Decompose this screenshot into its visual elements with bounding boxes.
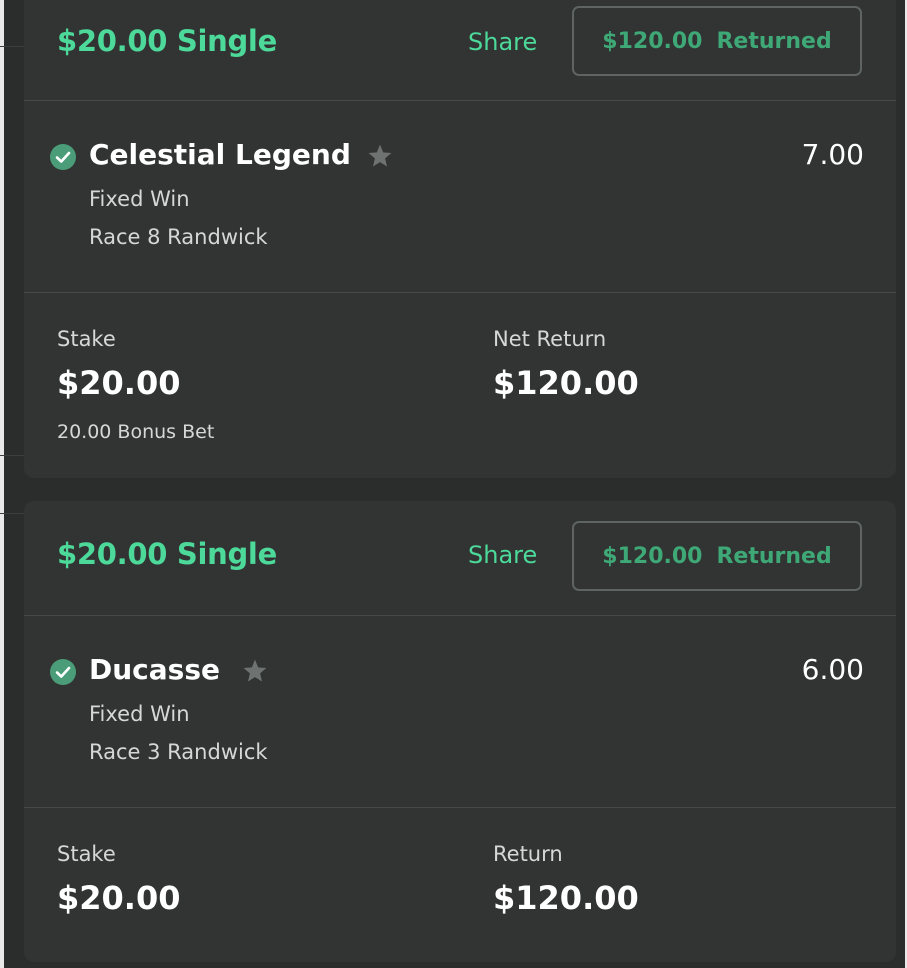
- bet-title: $20.00 Single: [57, 24, 277, 58]
- returned-amount: $120.00: [602, 28, 703, 54]
- divider: [24, 615, 896, 616]
- race-info: Race 8 Randwick: [89, 225, 268, 249]
- divider: [24, 292, 896, 293]
- bet-card: $20.00 Single Share $120.00 Returned Cel…: [24, 0, 896, 478]
- star-icon[interactable]: [242, 658, 268, 684]
- bet-type: Fixed Win: [89, 187, 190, 211]
- bonus-bet-note: 20.00 Bonus Bet: [57, 421, 215, 443]
- return-label: Return: [493, 842, 563, 866]
- divider: [24, 807, 896, 808]
- return-value: $120.00: [493, 879, 639, 917]
- return-value: $120.00: [493, 364, 639, 402]
- check-circle-icon: [50, 659, 76, 685]
- check-circle-icon: [50, 144, 76, 170]
- page-gap-line: [0, 513, 24, 514]
- returned-label: Returned: [716, 543, 832, 569]
- share-button[interactable]: Share: [468, 541, 537, 569]
- odds: 7.00: [801, 138, 864, 171]
- page-gap-line: [0, 455, 24, 456]
- returned-label: Returned: [716, 28, 832, 54]
- page-edge-left: [0, 0, 4, 968]
- runner-name[interactable]: Ducasse: [89, 653, 220, 686]
- bet-card: $20.00 Single Share $120.00 Returned Duc…: [24, 501, 896, 962]
- stake-label: Stake: [57, 327, 116, 351]
- return-label: Net Return: [493, 327, 607, 351]
- bet-title: $20.00 Single: [57, 537, 277, 571]
- divider: [24, 100, 896, 101]
- race-info: Race 3 Randwick: [89, 740, 268, 764]
- share-button[interactable]: Share: [468, 28, 537, 56]
- bet-type: Fixed Win: [89, 702, 190, 726]
- runner-name[interactable]: Celestial Legend: [89, 138, 351, 171]
- returned-button[interactable]: $120.00 Returned: [572, 521, 862, 591]
- returned-button[interactable]: $120.00 Returned: [572, 6, 862, 76]
- stake-value: $20.00: [57, 364, 181, 402]
- odds: 6.00: [801, 653, 864, 686]
- stake-value: $20.00: [57, 879, 181, 917]
- returned-amount: $120.00: [602, 543, 703, 569]
- star-icon[interactable]: [367, 143, 393, 169]
- stake-label: Stake: [57, 842, 116, 866]
- page-gap-line: [0, 46, 24, 47]
